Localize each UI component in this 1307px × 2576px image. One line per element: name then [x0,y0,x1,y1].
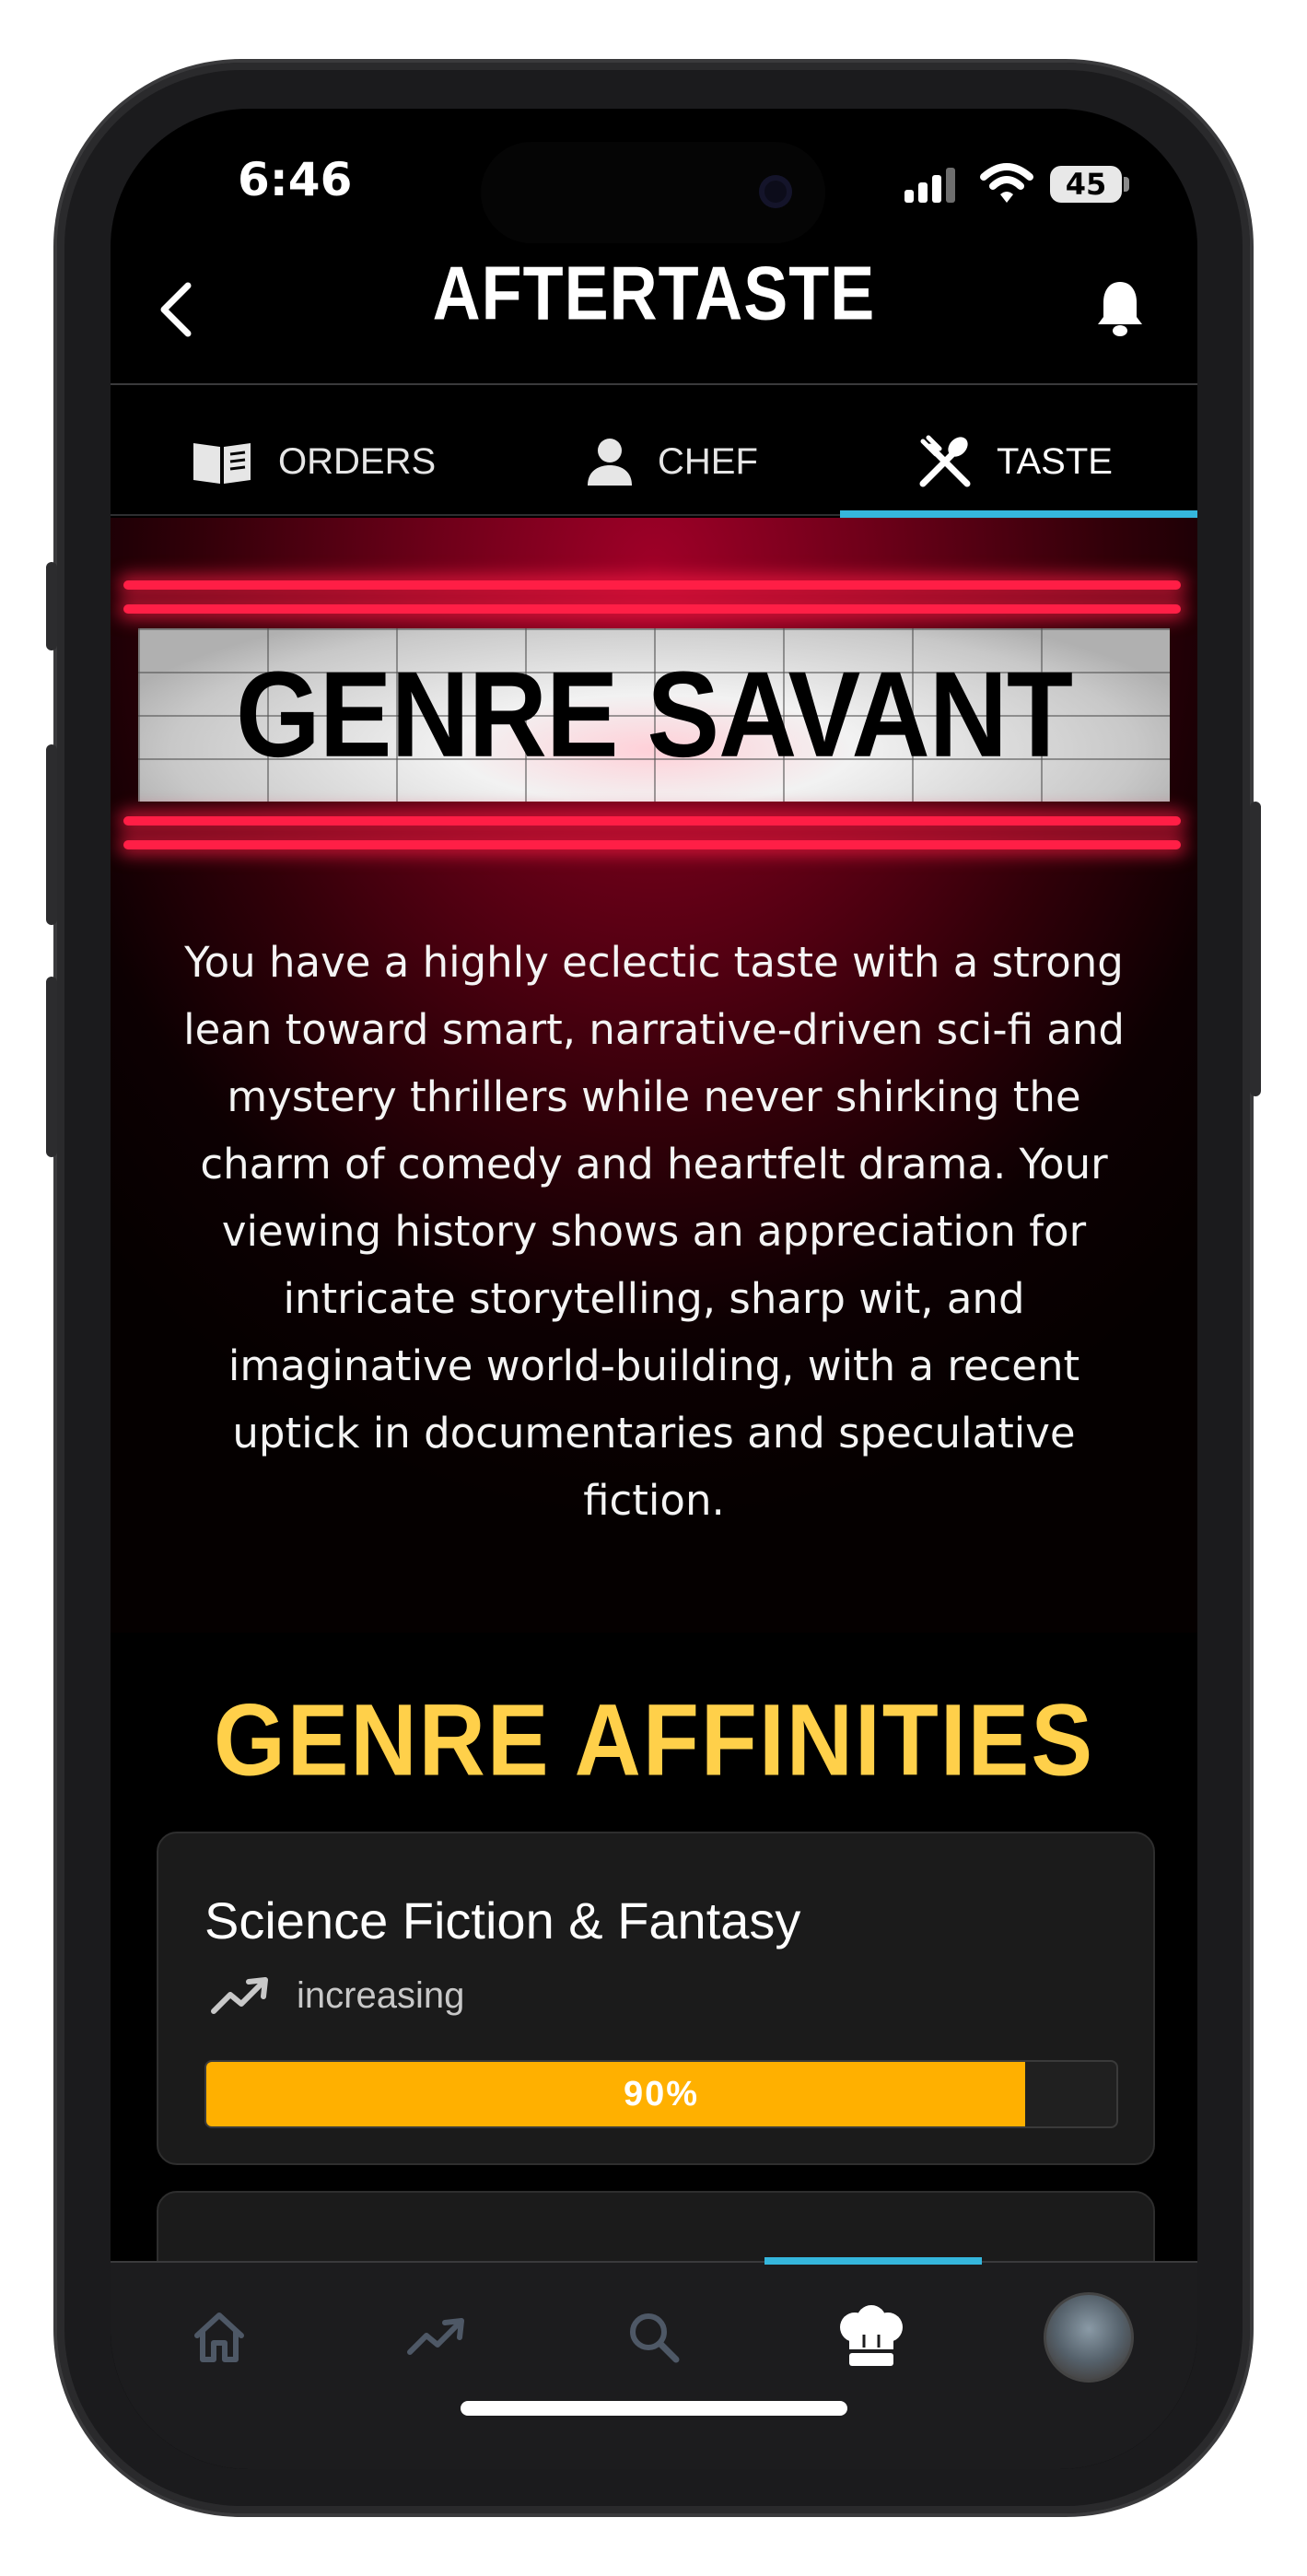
home-icon [194,2313,244,2362]
nav-trending[interactable] [328,2296,545,2379]
section-title: GENRE AFFINITIES [213,1683,1095,1797]
avatar [1044,2292,1134,2383]
active-nav-indicator [764,2257,982,2265]
progress-bar: 90% [204,2060,1118,2128]
person-icon [588,439,632,486]
wifi-icon [980,163,1033,203]
persona-description: You have a highly eclectic taste with a … [183,938,1125,1525]
persona-title: GENRE SAVANT [235,647,1073,783]
book-icon [193,443,251,484]
nav-chef[interactable] [763,2296,980,2379]
nav-home[interactable] [111,2296,328,2379]
tab-orders-label: ORDERS [278,440,437,482]
tab-chef-label: CHEF [658,440,758,482]
action-button [46,562,57,650]
battery-tip [1124,177,1129,192]
status-time: 6:46 [238,153,353,206]
tab-taste[interactable]: TASTE [917,420,1113,503]
search-icon [630,2313,680,2363]
trending-up-icon [211,1976,268,2014]
tab-orders[interactable]: ORDERS [190,420,436,503]
screen: 6:46 45 AFTERTASTE ORDERS CHEF TASTE GEN… [111,109,1197,2469]
trend-label: increasing [297,1975,465,2016]
app-title: AFTERTASTE [432,252,876,336]
marquee-sign: GENRE SAVANT [138,628,1170,802]
trend-row: increasing [210,1975,464,2017]
bottom-nav [111,2261,1197,2469]
bell-icon[interactable] [1094,278,1146,337]
tab-taste-label: TASTE [997,440,1113,482]
affinity-card[interactable]: Science Fiction & Fantasy increasing 90% [157,1832,1155,2165]
neon-line [123,840,1181,849]
header-divider [111,383,1197,385]
genre-name: Science Fiction & Fantasy [204,1891,801,1950]
nav-profile[interactable] [980,2292,1197,2383]
volume-down-button [46,977,57,1157]
power-button [1250,802,1261,1096]
tab-chef[interactable]: CHEF [586,420,758,503]
chef-hat-icon [840,2305,903,2366]
neon-line [123,580,1181,590]
neon-line [123,816,1181,825]
volume-up-button [46,744,57,925]
battery-icon: 45 [1050,166,1122,203]
signal-icon [904,168,955,203]
trending-up-icon [407,2318,464,2355]
home-indicator [461,2401,847,2416]
neon-line [123,604,1181,614]
active-tab-indicator [840,510,1197,518]
utensils-icon [919,435,971,487]
dynamic-island [481,142,825,243]
progress-label: 90% [623,2075,700,2113]
nav-search[interactable] [545,2296,763,2379]
